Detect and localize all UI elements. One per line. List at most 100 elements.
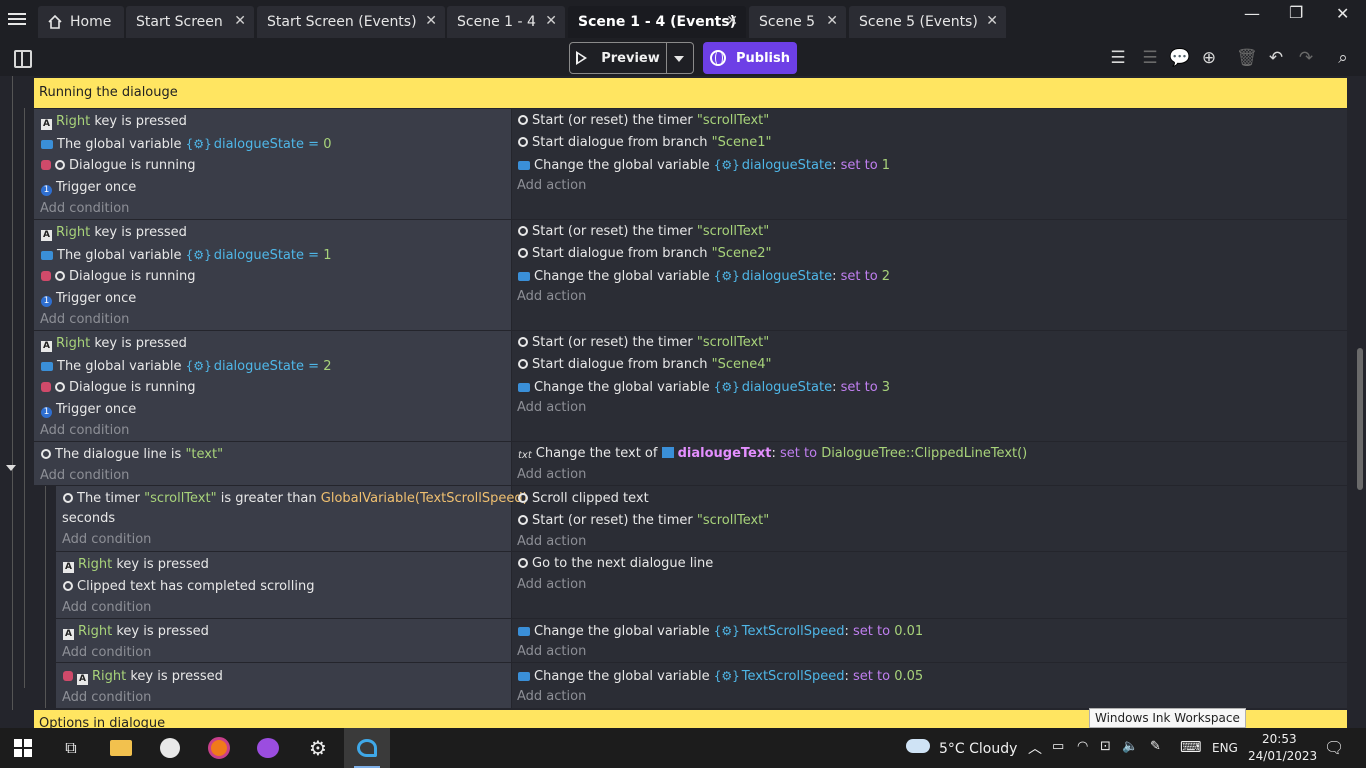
condition-right-key[interactable]: A Right key is pressed (41, 223, 187, 243)
add-condition-button[interactable]: Add condition (40, 199, 129, 219)
condition-global-var[interactable]: The global variable {⚙} dialogueState = 0 (41, 134, 331, 154)
add-icon[interactable]: ⊕ (1199, 48, 1219, 68)
close-icon[interactable]: ✕ (986, 13, 998, 29)
action-change-global[interactable]: Change the global variable {⚙} dialogueSt… (518, 377, 890, 397)
add-action-button[interactable]: Add action (517, 287, 586, 307)
file-explorer-button[interactable] (98, 728, 144, 768)
pen-icon[interactable]: ✎ (1150, 739, 1161, 754)
add-action-button[interactable]: Add action (517, 642, 586, 662)
weather-widget[interactable]: 5°C Cloudy (939, 741, 1017, 757)
wifi-icon[interactable]: ◠ (1077, 739, 1088, 754)
preview-dropdown-button[interactable] (666, 42, 694, 74)
tab-scene-5-events[interactable]: Scene 5 (Events) ✕ (849, 6, 1006, 38)
close-icon[interactable]: ✕ (234, 13, 246, 29)
vertical-scrollbar[interactable] (1357, 348, 1363, 490)
condition-trigger-once[interactable]: 1 Trigger once (41, 400, 136, 420)
action-change-global[interactable]: Change the global variable {⚙} dialogueSt… (518, 155, 890, 175)
action-change-global[interactable]: Change the global variable {⚙} dialogueSt… (518, 266, 890, 286)
network-icon[interactable]: ⊡ (1100, 739, 1111, 754)
condition-trigger-once[interactable]: 1 Trigger once (41, 289, 136, 309)
add-action-button[interactable]: Add action (517, 398, 586, 418)
gdevelop-button[interactable] (344, 728, 390, 768)
add-action-button[interactable]: Add action (517, 575, 586, 595)
tab-home[interactable]: Home (38, 6, 124, 38)
action-start-timer[interactable]: Start (or reset) the timer "scrollText" (518, 333, 769, 353)
battery-icon[interactable]: ▭ (1052, 739, 1064, 754)
condition-timer-greater[interactable]: The timer "scrollText" is greater than G… (63, 489, 528, 509)
add-sub-event-icon[interactable]: ☰ (1140, 48, 1160, 68)
action-scroll-clipped[interactable]: Scroll clipped text (518, 489, 649, 509)
close-icon[interactable]: ✕ (726, 13, 738, 29)
condition-dialogue-running[interactable]: Dialogue is running (41, 378, 195, 398)
condition-right-key[interactable]: A Right key is pressed (63, 555, 209, 575)
tab-scene-1-4[interactable]: Scene 1 - 4 ✕ (447, 6, 565, 38)
add-event-icon[interactable]: ☰ (1108, 48, 1128, 68)
language-indicator[interactable]: ENG (1212, 741, 1238, 755)
keyboard-tray-icon[interactable]: ⌨ (1180, 738, 1202, 756)
delete-icon[interactable]: 🗑 (1236, 48, 1258, 68)
close-icon[interactable]: ✕ (826, 13, 838, 29)
close-window-icon[interactable]: ✕ (1336, 4, 1349, 23)
condition-global-var[interactable]: The global variable {⚙} dialogueState = 1 (41, 245, 331, 265)
tab-start-screen-events[interactable]: Start Screen (Events) ✕ (257, 6, 445, 38)
action-change-text[interactable]: txt Change the text of dialougeText: set … (518, 444, 1027, 464)
menu-icon[interactable] (8, 10, 30, 32)
action-start-timer[interactable]: Start (or reset) the timer "scrollText" (518, 222, 769, 242)
add-action-button[interactable]: Add action (517, 532, 586, 552)
close-icon[interactable]: ✕ (425, 13, 437, 29)
action-start-dialogue[interactable]: Start dialogue from branch "Scene2" (518, 244, 772, 264)
action-start-dialogue[interactable]: Start dialogue from branch "Scene1" (518, 133, 772, 153)
action-start-timer[interactable]: Start (or reset) the timer "scrollText" (518, 111, 769, 131)
preview-button[interactable]: Preview (569, 42, 667, 74)
tab-scene-5[interactable]: Scene 5 ✕ (749, 6, 846, 38)
notification-icon[interactable]: 🗨 (1324, 738, 1344, 757)
tab-start-screen[interactable]: Start Screen ✕ (126, 6, 254, 38)
action-next-line[interactable]: Go to the next dialogue line (518, 554, 713, 574)
steam-button[interactable] (147, 728, 193, 768)
add-condition-button[interactable]: Add condition (40, 421, 129, 441)
condition-right-key[interactable]: A Right key is pressed (41, 334, 187, 354)
condition-dialogue-running[interactable]: Dialogue is running (41, 267, 195, 287)
add-comment-icon[interactable]: 💬 (1169, 48, 1190, 68)
condition-right-key[interactable]: A Right key is pressed (41, 112, 187, 132)
condition-dialogue-running[interactable]: Dialogue is running (41, 156, 195, 176)
condition-right-key[interactable]: A Right key is pressed (63, 622, 209, 642)
add-condition-button[interactable]: Add condition (62, 643, 151, 663)
minimize-icon[interactable]: — (1244, 4, 1260, 23)
search-icon[interactable]: ⌕ (1333, 48, 1353, 68)
chevron-up-icon[interactable]: ︿ (1028, 738, 1042, 758)
publish-button[interactable]: Publish (703, 42, 797, 74)
condition-dialogue-line[interactable]: The dialogue line is "text" (41, 445, 223, 465)
add-action-button[interactable]: Add action (517, 465, 586, 485)
condition-clipped-complete[interactable]: Clipped text has completed scrolling (63, 577, 314, 597)
restore-icon[interactable]: ❐ (1289, 3, 1303, 22)
add-condition-button[interactable]: Add condition (62, 530, 151, 550)
collapse-arrow-icon[interactable] (6, 465, 16, 471)
tab-scene-1-4-events[interactable]: Scene 1 - 4 (Events) ✕ (568, 6, 746, 38)
undo-icon[interactable]: ↶ (1266, 48, 1286, 68)
panels-icon[interactable] (14, 50, 32, 68)
add-condition-button[interactable]: Add condition (62, 688, 151, 708)
settings-button[interactable]: ⚙ (295, 728, 341, 768)
volume-icon[interactable]: 🔈 (1122, 739, 1138, 754)
action-start-timer[interactable]: Start (or reset) the timer "scrollText" (518, 511, 769, 531)
group-running-dialogue[interactable]: Running the dialouge (34, 78, 1347, 108)
clock-date[interactable]: 24/01/2023 (1248, 749, 1317, 763)
condition-trigger-once[interactable]: 1 Trigger once (41, 178, 136, 198)
start-button[interactable] (0, 728, 46, 768)
action-change-global[interactable]: Change the global variable {⚙} TextScroll… (518, 666, 923, 686)
task-view-button[interactable]: ⧉ (48, 728, 94, 768)
add-condition-button[interactable]: Add condition (62, 598, 151, 618)
clock-time[interactable]: 20:53 (1262, 732, 1297, 746)
firefox-button[interactable] (196, 728, 242, 768)
close-icon[interactable]: ✕ (545, 13, 557, 29)
app-button[interactable] (245, 728, 291, 768)
condition-not-right-key[interactable]: A Right key is pressed (63, 667, 223, 687)
add-condition-button[interactable]: Add condition (40, 310, 129, 330)
redo-icon[interactable]: ↷ (1296, 48, 1316, 68)
action-start-dialogue[interactable]: Start dialogue from branch "Scene4" (518, 355, 772, 375)
add-action-button[interactable]: Add action (517, 176, 586, 196)
add-action-button[interactable]: Add action (517, 687, 586, 707)
action-change-global[interactable]: Change the global variable {⚙} TextScroll… (518, 621, 923, 641)
add-condition-button[interactable]: Add condition (40, 466, 129, 486)
